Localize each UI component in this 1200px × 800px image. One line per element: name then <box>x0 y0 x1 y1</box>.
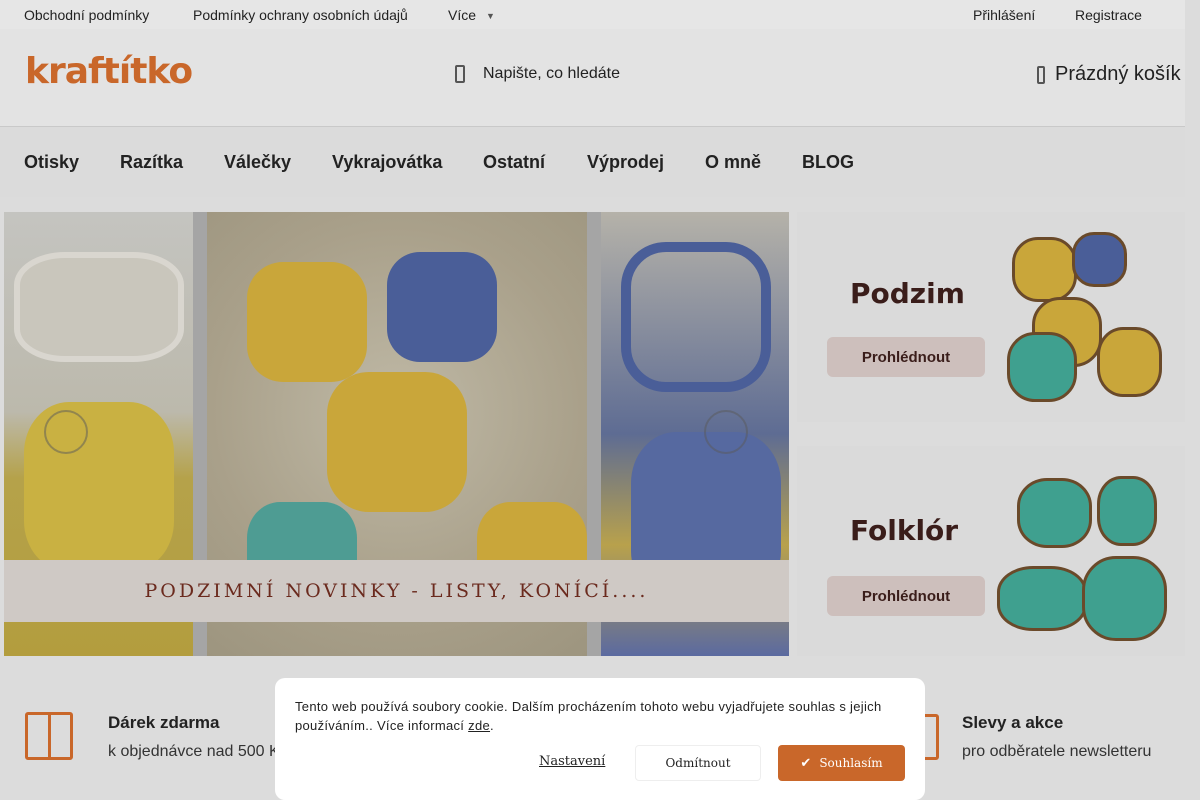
cookie-text: Tento web používá soubory cookie. Dalším… <box>295 699 882 733</box>
promo-button[interactable]: Prohlédnout <box>827 337 985 377</box>
cookie-decline-button[interactable]: Odmítnout <box>635 745 761 781</box>
cookie-info-link[interactable]: zde <box>468 718 490 733</box>
sale-title: Slevy a akce <box>962 713 1064 732</box>
promo-button[interactable]: Prohlédnout <box>827 576 985 616</box>
chevron-down-icon: ▼ <box>486 11 495 21</box>
nav-item-vykrajovatka[interactable]: Vykrajovátka <box>332 152 442 173</box>
hero-carousel[interactable]: PODZIMNÍ NOVINKY - LISTY, KONÍCÍ.... <box>4 212 789 656</box>
gift-subtitle: k objednávce nad 500 K <box>108 743 280 760</box>
promo-title: Folklór <box>850 514 959 547</box>
promo-title: Podzim <box>850 277 965 310</box>
cookie-accept-button[interactable]: ✔ Souhlasím <box>778 745 905 781</box>
sale-subtitle: pro odběratele newsletteru <box>962 743 1152 760</box>
top-bar: Obchodní podmínky Podmínky ochrany osobn… <box>0 0 1185 29</box>
nav-item-blog[interactable]: BLOG <box>802 152 854 173</box>
login-link[interactable]: Přihlášení <box>973 7 1035 23</box>
logo[interactable]: kraftítko <box>25 51 193 92</box>
cookie-dialog: Tento web používá soubory cookie. Dalším… <box>275 678 925 800</box>
gift-title: Dárek zdarma <box>108 713 220 732</box>
check-icon: ✔ <box>800 755 812 771</box>
cart-icon <box>1037 65 1045 84</box>
search-placeholder: Napište, co hledáte <box>483 65 620 83</box>
promo-podzim[interactable]: Podzim Prohlédnout <box>797 212 1185 422</box>
main-nav: Otisky Razítka Válečky Vykrajovátka Osta… <box>0 127 1185 197</box>
cart-label: Prázdný košík <box>1055 63 1181 85</box>
cookie-accept-label: Souhlasím <box>819 756 883 770</box>
search-input[interactable]: Napište, co hledáte <box>455 65 620 83</box>
more-menu[interactable]: Více <box>448 7 476 23</box>
nav-item-o-mne[interactable]: O mně <box>705 152 761 173</box>
hero-caption-bar: PODZIMNÍ NOVINKY - LISTY, KONÍCÍ.... <box>4 560 789 622</box>
cart-button[interactable]: Prázdný košík <box>1037 63 1181 86</box>
hero-caption: PODZIMNÍ NOVINKY - LISTY, KONÍCÍ.... <box>144 580 649 602</box>
gift-icon <box>25 712 73 760</box>
search-icon <box>455 65 465 83</box>
nav-item-otisky[interactable]: Otisky <box>24 152 79 173</box>
nav-item-vyprodej[interactable]: Výprodej <box>587 152 664 173</box>
cookie-settings-link[interactable]: Nastavení <box>539 754 605 769</box>
terms-link[interactable]: Obchodní podmínky <box>24 7 149 23</box>
carousel-prev-button[interactable] <box>44 410 88 454</box>
site-header: kraftítko Napište, co hledáte Prázdný ko… <box>0 29 1185 127</box>
privacy-link[interactable]: Podmínky ochrany osobních údajů <box>193 7 408 23</box>
nav-item-ostatni[interactable]: Ostatní <box>483 152 545 173</box>
promo-folklor[interactable]: Folklór Prohlédnout <box>797 446 1185 656</box>
nav-item-valecky[interactable]: Válečky <box>224 152 291 173</box>
register-link[interactable]: Registrace <box>1075 7 1142 23</box>
nav-item-razitka[interactable]: Razítka <box>120 152 183 173</box>
carousel-next-button[interactable] <box>704 410 748 454</box>
